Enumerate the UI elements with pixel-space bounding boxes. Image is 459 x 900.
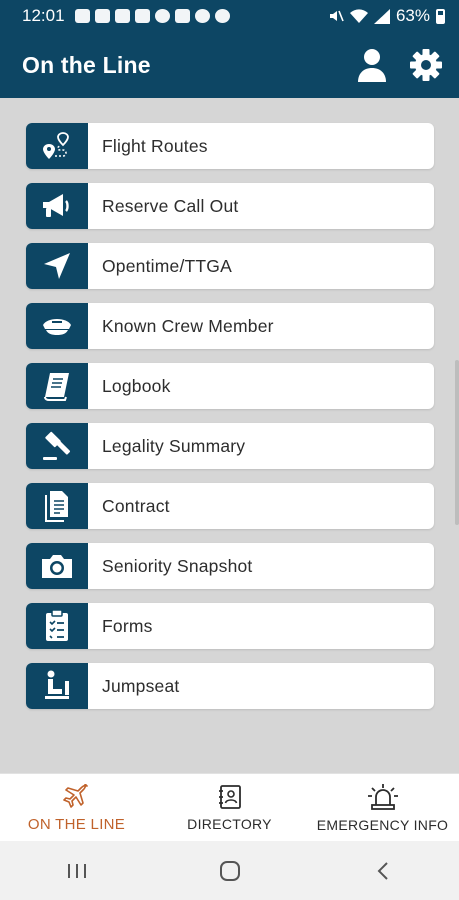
notification-icon	[194, 9, 210, 23]
siren-icon	[367, 784, 398, 810]
menu-item-legality-summary[interactable]: Legality Summary	[26, 423, 434, 469]
menu-item-label: Seniority Snapshot	[102, 555, 253, 576]
menu-item-seniority-snapshot[interactable]: Seniority Snapshot	[26, 543, 434, 589]
clipboard-checklist-icon	[46, 609, 68, 641]
recent-apps-icon	[67, 863, 86, 878]
person-icon[interactable]	[357, 48, 387, 82]
status-right: 63%	[328, 6, 445, 26]
menu-item-reserve-call-out[interactable]: Reserve Call Out	[26, 183, 434, 229]
notification-icon	[74, 9, 90, 23]
menu-item-label: Known Crew Member	[102, 315, 274, 336]
tab-label: EMERGENCY INFO	[316, 817, 449, 833]
status-left: 12:01	[22, 6, 230, 26]
home-icon	[219, 860, 240, 881]
contact-book-icon	[218, 785, 241, 809]
tab-emergency-info[interactable]: EMERGENCY INFO	[306, 774, 459, 842]
menu-item-label: Flight Routes	[102, 135, 208, 156]
menu-icon-box	[26, 303, 88, 349]
scroll-indicator[interactable]	[455, 360, 459, 525]
camera-icon	[42, 555, 72, 578]
menu-item-forms[interactable]: Forms	[26, 603, 434, 649]
tab-label: ON THE LINE	[27, 815, 126, 833]
battery-icon	[436, 8, 445, 24]
menu-icon-box	[26, 423, 88, 469]
menu-item-label: Reserve Call Out	[102, 195, 239, 216]
notification-icon	[134, 9, 150, 23]
menu-item-label: Logbook	[102, 375, 171, 396]
signal-icon	[373, 8, 390, 24]
route-pin-icon	[43, 132, 69, 159]
wifi-icon	[349, 8, 368, 23]
menu-icon-box	[26, 243, 88, 289]
menu-icon-box	[26, 543, 88, 589]
megaphone-icon	[43, 194, 69, 217]
app-bar: On the Line	[0, 32, 459, 98]
tab-label: DIRECTORY	[187, 816, 272, 832]
document-icon	[45, 491, 68, 522]
notification-icon	[214, 9, 230, 23]
notification-icons	[74, 9, 230, 23]
menu-icon-box	[26, 483, 88, 529]
menu-item-label: Opentime/TTGA	[102, 255, 232, 276]
menu-item-label: Legality Summary	[102, 435, 246, 456]
menu-item-contract[interactable]: Contract	[26, 483, 434, 529]
menu-item-label: Contract	[102, 495, 170, 516]
menu-item-known-crew-member[interactable]: Known Crew Member	[26, 303, 434, 349]
recent-apps-button[interactable]	[47, 851, 107, 891]
app-actions	[357, 48, 443, 82]
main-menu: Flight Routes Reserve Call Out Opentime/…	[26, 123, 434, 723]
tab-directory[interactable]: DIRECTORY	[153, 774, 306, 842]
menu-item-flight-routes[interactable]: Flight Routes	[26, 123, 434, 169]
seat-icon	[45, 670, 69, 699]
menu-icon-box	[26, 363, 88, 409]
notification-icon	[154, 9, 170, 23]
menu-icon-box	[26, 603, 88, 649]
notification-icon	[114, 9, 130, 23]
tab-on-the-line[interactable]: ON THE LINE	[0, 774, 153, 842]
app-title: On the Line	[22, 51, 151, 78]
pilot-cap-icon	[43, 319, 71, 335]
gear-icon[interactable]	[409, 48, 443, 82]
battery-percent: 63%	[395, 6, 430, 25]
menu-icon-box	[26, 123, 88, 169]
menu-item-jumpseat[interactable]: Jumpseat	[26, 663, 434, 709]
notification-icon	[174, 9, 190, 23]
menu-item-logbook[interactable]: Logbook	[26, 363, 434, 409]
navigation-arrow-icon	[44, 253, 70, 279]
menu-item-label: Jumpseat	[102, 675, 180, 696]
status-bar: 12:01 63%	[0, 0, 459, 32]
system-nav-bar	[0, 841, 459, 900]
notification-icon	[94, 9, 110, 23]
menu-icon-box	[26, 183, 88, 229]
menu-item-label: Forms	[102, 615, 153, 636]
gavel-icon	[43, 431, 71, 460]
home-button[interactable]	[200, 851, 260, 891]
book-icon	[44, 373, 69, 401]
menu-item-opentime[interactable]: Opentime/TTGA	[26, 243, 434, 289]
bottom-nav: ON THE LINE DIRECTORY EMERGENCY INFO	[0, 773, 459, 842]
status-time: 12:01	[22, 6, 65, 25]
mute-icon	[329, 10, 344, 22]
menu-icon-box	[26, 663, 88, 709]
back-button[interactable]	[353, 851, 413, 891]
back-icon	[377, 861, 388, 880]
airplane-icon	[62, 783, 88, 808]
